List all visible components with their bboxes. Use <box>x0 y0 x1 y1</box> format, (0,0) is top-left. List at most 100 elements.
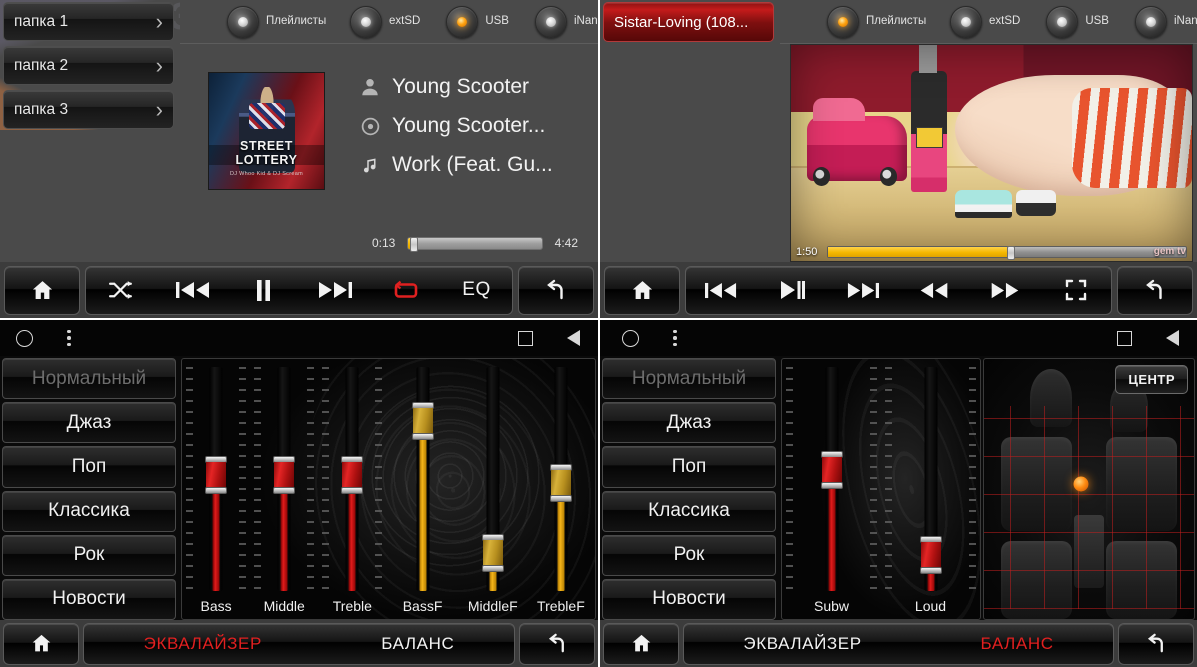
slider-handle[interactable] <box>341 455 364 494</box>
android-navbar-right <box>600 320 1197 356</box>
preset-pop[interactable]: Поп <box>602 446 776 488</box>
slider-treblef[interactable]: TrebleF <box>527 359 595 619</box>
tab-equalizer[interactable]: ЭКВАЛАЙЗЕР <box>743 634 861 654</box>
slider-middlef[interactable]: MiddleF <box>459 359 527 619</box>
home-button[interactable] <box>4 265 80 315</box>
source-playlists[interactable]: Плейлисты <box>827 5 926 38</box>
preset-label: Нормальный <box>631 367 747 389</box>
tab-balance[interactable]: БАЛАНС <box>980 634 1053 654</box>
back-triangle-icon[interactable] <box>1166 330 1179 346</box>
folder-item-label: папка 1 <box>14 12 69 30</box>
preset-normal[interactable]: Нормальный <box>2 358 176 400</box>
back-button[interactable] <box>518 265 594 315</box>
pause-button[interactable] <box>235 268 293 312</box>
video-controls-group <box>685 265 1112 315</box>
source-inand[interactable]: iNand <box>534 5 598 38</box>
back-triangle-icon[interactable] <box>567 330 580 346</box>
led-indicator-icon <box>827 5 859 38</box>
back-arrow-icon <box>1143 278 1167 302</box>
source-extsd[interactable]: extSD <box>950 5 1021 38</box>
recents-circle-icon[interactable] <box>16 329 33 347</box>
back-arrow-icon <box>546 632 569 655</box>
track-info-area: STREET LOTTERY DJ Whoo Kid & DJ Scream Y… <box>180 44 598 262</box>
preset-jazz[interactable]: Джаз <box>602 402 776 444</box>
folder-item-3[interactable]: папка 3 › <box>3 90 174 129</box>
home-button[interactable] <box>604 265 680 315</box>
overflow-menu-icon[interactable] <box>673 329 677 347</box>
screenshot-root: АВТОЗВУК-ПРИБОР папка 1 › папка 2 › папк… <box>0 0 1197 667</box>
back-button[interactable] <box>1118 622 1194 665</box>
slider-handle[interactable] <box>481 533 504 572</box>
balance-sliders: Subw Loud <box>782 359 980 619</box>
folder-item-2[interactable]: папка 2 › <box>3 46 174 85</box>
source-inand[interactable]: iNand <box>1134 5 1197 38</box>
next-icon <box>847 281 880 300</box>
preset-rock[interactable]: Рок <box>2 534 176 576</box>
home-button[interactable] <box>603 622 679 665</box>
source-label: extSD <box>989 14 1021 27</box>
slider-loudness[interactable]: Loud <box>881 359 980 619</box>
recents-circle-icon[interactable] <box>622 329 639 347</box>
home-square-icon[interactable] <box>1117 330 1132 346</box>
slider-bass[interactable]: Bass <box>182 359 250 619</box>
home-icon <box>630 632 653 655</box>
slider-middle[interactable]: Middle <box>250 359 318 619</box>
album-row: Young Scooter... <box>348 107 590 145</box>
preset-classic[interactable]: Классика <box>602 490 776 532</box>
seek-bar[interactable] <box>407 236 543 252</box>
slider-handle[interactable] <box>273 455 296 494</box>
slider-handle[interactable] <box>549 464 572 503</box>
slider-handle[interactable] <box>919 536 942 575</box>
slider-subwoofer[interactable]: Subw <box>782 359 881 619</box>
source-extsd[interactable]: extSD <box>350 5 420 38</box>
back-button[interactable] <box>519 622 595 665</box>
preset-pop[interactable]: Поп <box>2 446 176 488</box>
next-button[interactable] <box>306 268 364 312</box>
preset-label: Джаз <box>66 411 112 433</box>
fader-position-marker[interactable] <box>1073 476 1089 492</box>
slider-handle[interactable] <box>205 455 228 494</box>
center-button[interactable]: ЦЕНТР <box>1115 365 1188 394</box>
preset-jazz[interactable]: Джаз <box>2 402 176 444</box>
preset-rock[interactable]: Рок <box>602 534 776 576</box>
repeat-button[interactable] <box>377 268 435 312</box>
home-square-icon[interactable] <box>518 330 533 346</box>
slider-bassf[interactable]: BassF <box>386 359 458 619</box>
next-button[interactable] <box>834 268 892 312</box>
source-usb[interactable]: USB <box>1046 5 1109 38</box>
previous-button[interactable] <box>692 268 750 312</box>
tab-equalizer[interactable]: ЭКВАЛАЙЗЕР <box>144 634 262 654</box>
back-button[interactable] <box>1117 265 1193 315</box>
preset-label: Классика <box>648 500 730 522</box>
tab-balance[interactable]: БАЛАНС <box>381 634 454 654</box>
repeat-icon <box>392 279 420 301</box>
slider-handle[interactable] <box>820 451 843 490</box>
eq-button[interactable]: EQ <box>448 268 506 312</box>
play-pause-button[interactable] <box>763 268 821 312</box>
preset-classic[interactable]: Классика <box>2 490 176 532</box>
shuffle-icon <box>108 279 135 301</box>
overflow-menu-icon[interactable] <box>67 329 71 347</box>
video-seek-bar[interactable] <box>827 246 1187 260</box>
source-playlists[interactable]: Плейлисты <box>227 5 326 38</box>
slider-handle[interactable] <box>411 401 434 440</box>
folder-item-1[interactable]: папка 1 › <box>3 2 174 41</box>
source-usb[interactable]: USB <box>446 5 509 38</box>
seek-handle[interactable] <box>410 236 419 252</box>
previous-icon <box>705 281 737 300</box>
slider-treble[interactable]: Treble <box>318 359 386 619</box>
rewind-button[interactable] <box>905 268 963 312</box>
previous-button[interactable] <box>164 268 222 312</box>
fast-forward-button[interactable] <box>976 268 1034 312</box>
now-playing-item[interactable]: Sistar-Loving (108... <box>603 2 774 42</box>
preset-news[interactable]: Новости <box>2 578 176 621</box>
fader-balance-pad[interactable]: ЦЕНТР <box>983 358 1195 620</box>
preset-news[interactable]: Новости <box>602 578 776 621</box>
video-surface[interactable]: 1:50 gem tv <box>790 44 1193 262</box>
video-seek-handle[interactable] <box>1006 246 1015 260</box>
home-button[interactable] <box>3 622 79 665</box>
shuffle-button[interactable] <box>93 268 151 312</box>
preset-normal[interactable]: Нормальный <box>602 358 776 400</box>
fullscreen-button[interactable] <box>1047 268 1105 312</box>
video-elapsed-time: 1:50 <box>796 246 818 258</box>
